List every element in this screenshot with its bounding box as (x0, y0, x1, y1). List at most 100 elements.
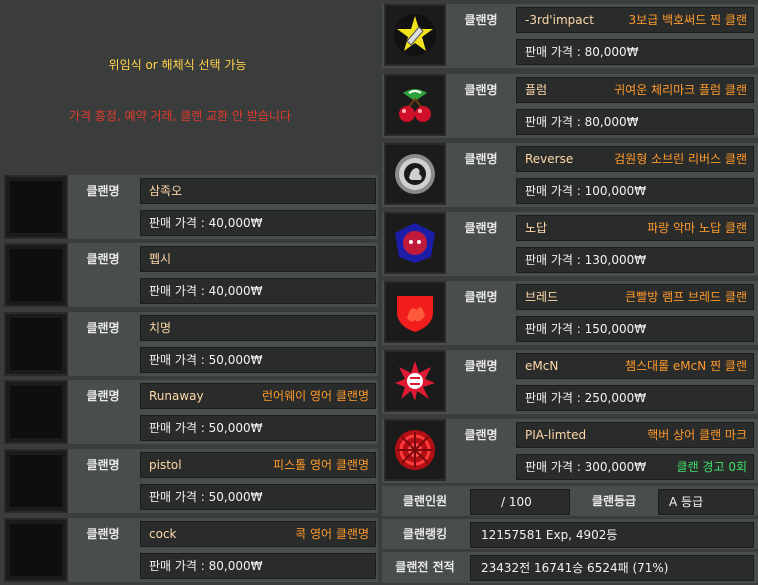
clan-listing[interactable]: 클랜명 PIA-limted 핵버 상어 클랜 마크 판매 가격 : 300,0… (382, 419, 758, 483)
clan-grade-value: A 등급 (658, 489, 754, 515)
clan-listing[interactable]: 클랜명 펩시 판매 가격 : 40,000₩ (4, 243, 378, 307)
notice-trade-rules: 가격 흥정, 예약 거래, 클랜 교환 안 받습니다 (68, 109, 291, 123)
clan-logo (384, 419, 446, 481)
clan-name-value: 브레드 (525, 290, 559, 304)
clan-name-value: 노답 (525, 221, 548, 235)
clan-logo (384, 212, 446, 274)
clan-members-value: / 100 (470, 489, 570, 515)
lion-badge-icon (393, 152, 437, 196)
clan-name-value: eMcN (525, 359, 559, 373)
clan-name-value: Reverse (525, 152, 574, 166)
red-shield-icon (393, 290, 437, 334)
clan-description: 핵버 상어 클랜 마크 (647, 428, 747, 442)
clan-listing[interactable]: 클랜명 pistol 피스톨 영어 클랜명 판매 가격 : 50,000₩ (4, 449, 378, 513)
clan-logo-placeholder (4, 243, 68, 307)
clan-name-label: 클랜명 (448, 145, 514, 173)
clan-name-field: 삼족오 (140, 178, 376, 204)
clan-listing[interactable]: 클랜명 cock 콕 영어 클랜명 판매 가격 : 80,000₩ (4, 518, 378, 582)
clan-listing[interactable]: 클랜명 Reverse 검원형 소브린 리버스 클랜 판매 가격 : 100,0… (382, 143, 758, 207)
price-field: 판매 가격 : 150,000₩ (516, 316, 754, 342)
price-field: 판매 가격 : 80,000₩ (516, 39, 754, 65)
price-value: 판매 가격 : 80,000₩ (525, 115, 639, 129)
clan-name-label: 클랜명 (448, 421, 514, 449)
clan-name-field: 플럼 귀여운 체리마크 플럼 클랜 (516, 77, 754, 103)
price-value: 판매 가격 : 100,000₩ (525, 184, 647, 198)
clan-logo-placeholder (4, 449, 68, 513)
price-field: 판매 가격 : 100,000₩ (516, 178, 754, 204)
price-field: 판매 가격 : 250,000₩ (516, 385, 754, 411)
clan-description: 검원형 소브린 리버스 클랜 (614, 152, 747, 166)
price-field: 판매 가격 : 50,000₩ (140, 347, 376, 373)
clan-description: 귀여운 체리마크 플럼 클랜 (614, 83, 747, 97)
clan-logo-placeholder (4, 312, 68, 376)
red-wheel-emblem-icon (393, 428, 437, 472)
clan-name-field: 브레드 큰빨방 램프 브레드 클랜 (516, 284, 754, 310)
clan-ranking-value: 12157581 Exp, 4902등 (470, 522, 754, 548)
clan-members-label: 클랜인원 (382, 486, 468, 516)
price-field: 판매 가격 : 50,000₩ (140, 484, 376, 510)
price-field: 판매 가격 : 80,000₩ (516, 109, 754, 135)
clan-logo-placeholder (4, 518, 68, 582)
notice-transfer-option: 위임식 or 해체식 선택 가능 (108, 58, 247, 72)
price-value: 판매 가격 : 130,000₩ (525, 253, 647, 267)
clan-name-label: 클랜명 (70, 177, 136, 205)
clan-description: 콕 영어 클랜명 (295, 527, 369, 541)
clan-listing[interactable]: 클랜명 -3rd'impact 3보급 백호써드 찐 클랜 판매 가격 : 80… (382, 4, 758, 68)
clan-name-label: 클랜명 (448, 283, 514, 311)
clan-logo (384, 74, 446, 136)
cherry-emblem-icon (393, 83, 437, 127)
clan-name-label: 클랜명 (448, 6, 514, 34)
clan-name-label: 클랜명 (448, 214, 514, 242)
clan-name-value: 삼족오 (149, 184, 183, 198)
clan-logo (384, 350, 446, 412)
clan-name-value: 펩시 (149, 252, 172, 266)
price-field: 판매 가격 : 50,000₩ (140, 415, 376, 441)
clan-listing[interactable]: 클랜명 eMcN 챔스대롤 eMcN 찐 클랜 판매 가격 : 250,000₩ (382, 350, 758, 414)
clan-logo (384, 4, 446, 66)
price-field: 판매 가격 : 40,000₩ (140, 278, 376, 304)
clan-listing[interactable]: 클랜명 플럼 귀여운 체리마크 플럼 클랜 판매 가격 : 80,000₩ (382, 74, 758, 138)
clan-name-field: 노답 파랑 악마 노답 클랜 (516, 215, 754, 241)
clan-name-field: Runaway 런어웨이 영어 클랜명 (140, 383, 376, 409)
clan-description: 챔스대롤 eMcN 찐 클랜 (624, 359, 747, 373)
clan-listing[interactable]: 클랜명 노답 파랑 악마 노답 클랜 판매 가격 : 130,000₩ (382, 212, 758, 276)
clan-description: 런어웨이 영어 클랜명 (262, 389, 369, 403)
clan-logo-placeholder (4, 380, 68, 444)
clan-name-value: 플럼 (525, 83, 548, 97)
blue-devil-emblem-icon (393, 221, 437, 265)
clan-name-label: 클랜명 (70, 382, 136, 410)
clan-description: 피스톨 영어 클랜명 (273, 458, 369, 472)
clan-name-field: 펩시 (140, 246, 376, 272)
clan-name-field: 치명 (140, 315, 376, 341)
yellow-star-emblem-icon (393, 13, 437, 57)
clan-name-value: -3rd'impact (525, 13, 594, 27)
clan-name-value: Runaway (149, 389, 204, 403)
clan-name-label: 클랜명 (70, 451, 136, 479)
stats-row-ranking: 클랜랭킹 12157581 Exp, 4902등 (382, 519, 758, 549)
clan-name-field: -3rd'impact 3보급 백호써드 찐 클랜 (516, 7, 754, 33)
clan-name-field: cock 콕 영어 클랜명 (140, 521, 376, 547)
clan-name-label: 클랜명 (70, 314, 136, 342)
price-field: 판매 가격 : 40,000₩ (140, 210, 376, 236)
clan-name-value: cock (149, 527, 177, 541)
clan-logo-placeholder (4, 175, 68, 239)
clan-name-label: 클랜명 (70, 245, 136, 273)
clan-record-value: 23432전 16741승 6524패 (71%) (470, 555, 754, 581)
clan-logo (384, 281, 446, 343)
clan-description: 큰빨방 램프 브레드 클랜 (625, 290, 747, 304)
price-field: 판매 가격 : 130,000₩ (516, 247, 754, 273)
clan-name-label: 클랜명 (70, 520, 136, 548)
clan-description: 3보급 백호써드 찐 클랜 (628, 13, 747, 27)
clan-listing[interactable]: 클랜명 치명 판매 가격 : 50,000₩ (4, 312, 378, 376)
clan-listing[interactable]: 클랜명 Runaway 런어웨이 영어 클랜명 판매 가격 : 50,000₩ (4, 380, 378, 444)
price-field: 판매 가격 : 300,000₩ 클랜 경고 0회 (516, 454, 754, 480)
clan-name-label: 클랜명 (448, 352, 514, 380)
clan-listing[interactable]: 클랜명 삼족오 판매 가격 : 40,000₩ (4, 175, 378, 239)
clan-name-field: pistol 피스톨 영어 클랜명 (140, 452, 376, 478)
clan-name-value: 치명 (149, 321, 172, 335)
price-value: 판매 가격 : 300,000₩ (525, 460, 647, 474)
clan-name-label: 클랜명 (448, 76, 514, 104)
clan-name-field: PIA-limted 핵버 상어 클랜 마크 (516, 422, 754, 448)
clan-ranking-label: 클랜랭킹 (382, 519, 468, 549)
clan-listing[interactable]: 클랜명 브레드 큰빨방 램프 브레드 클랜 판매 가격 : 150,000₩ (382, 281, 758, 345)
